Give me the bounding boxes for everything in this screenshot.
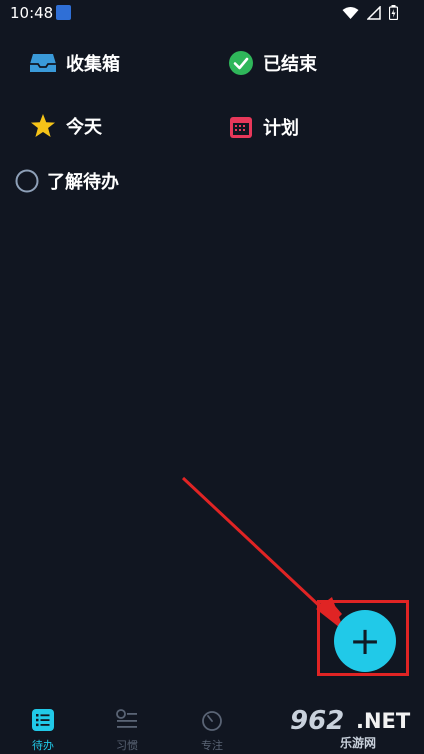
nav-label: 专注 (201, 739, 223, 752)
list-icon (32, 709, 54, 731)
habit-icon (116, 709, 137, 728)
watermark-number: 962 (290, 706, 345, 736)
watermark-logo: 962 .NET 乐游网 (288, 700, 424, 754)
plus-icon: + (349, 619, 381, 663)
nav-focus[interactable]: 专注 (182, 700, 242, 753)
watermark-subtitle: 乐游网 (340, 736, 377, 750)
nav-label: 待办 (32, 739, 54, 752)
nav-todo[interactable]: 待办 (13, 700, 73, 753)
watermark-suffix: .NET (356, 709, 411, 733)
nav-label: 习惯 (116, 739, 138, 752)
timer-icon (202, 711, 222, 731)
nav-habit[interactable]: 习惯 (97, 700, 157, 753)
add-task-fab[interactable]: + (334, 610, 396, 672)
